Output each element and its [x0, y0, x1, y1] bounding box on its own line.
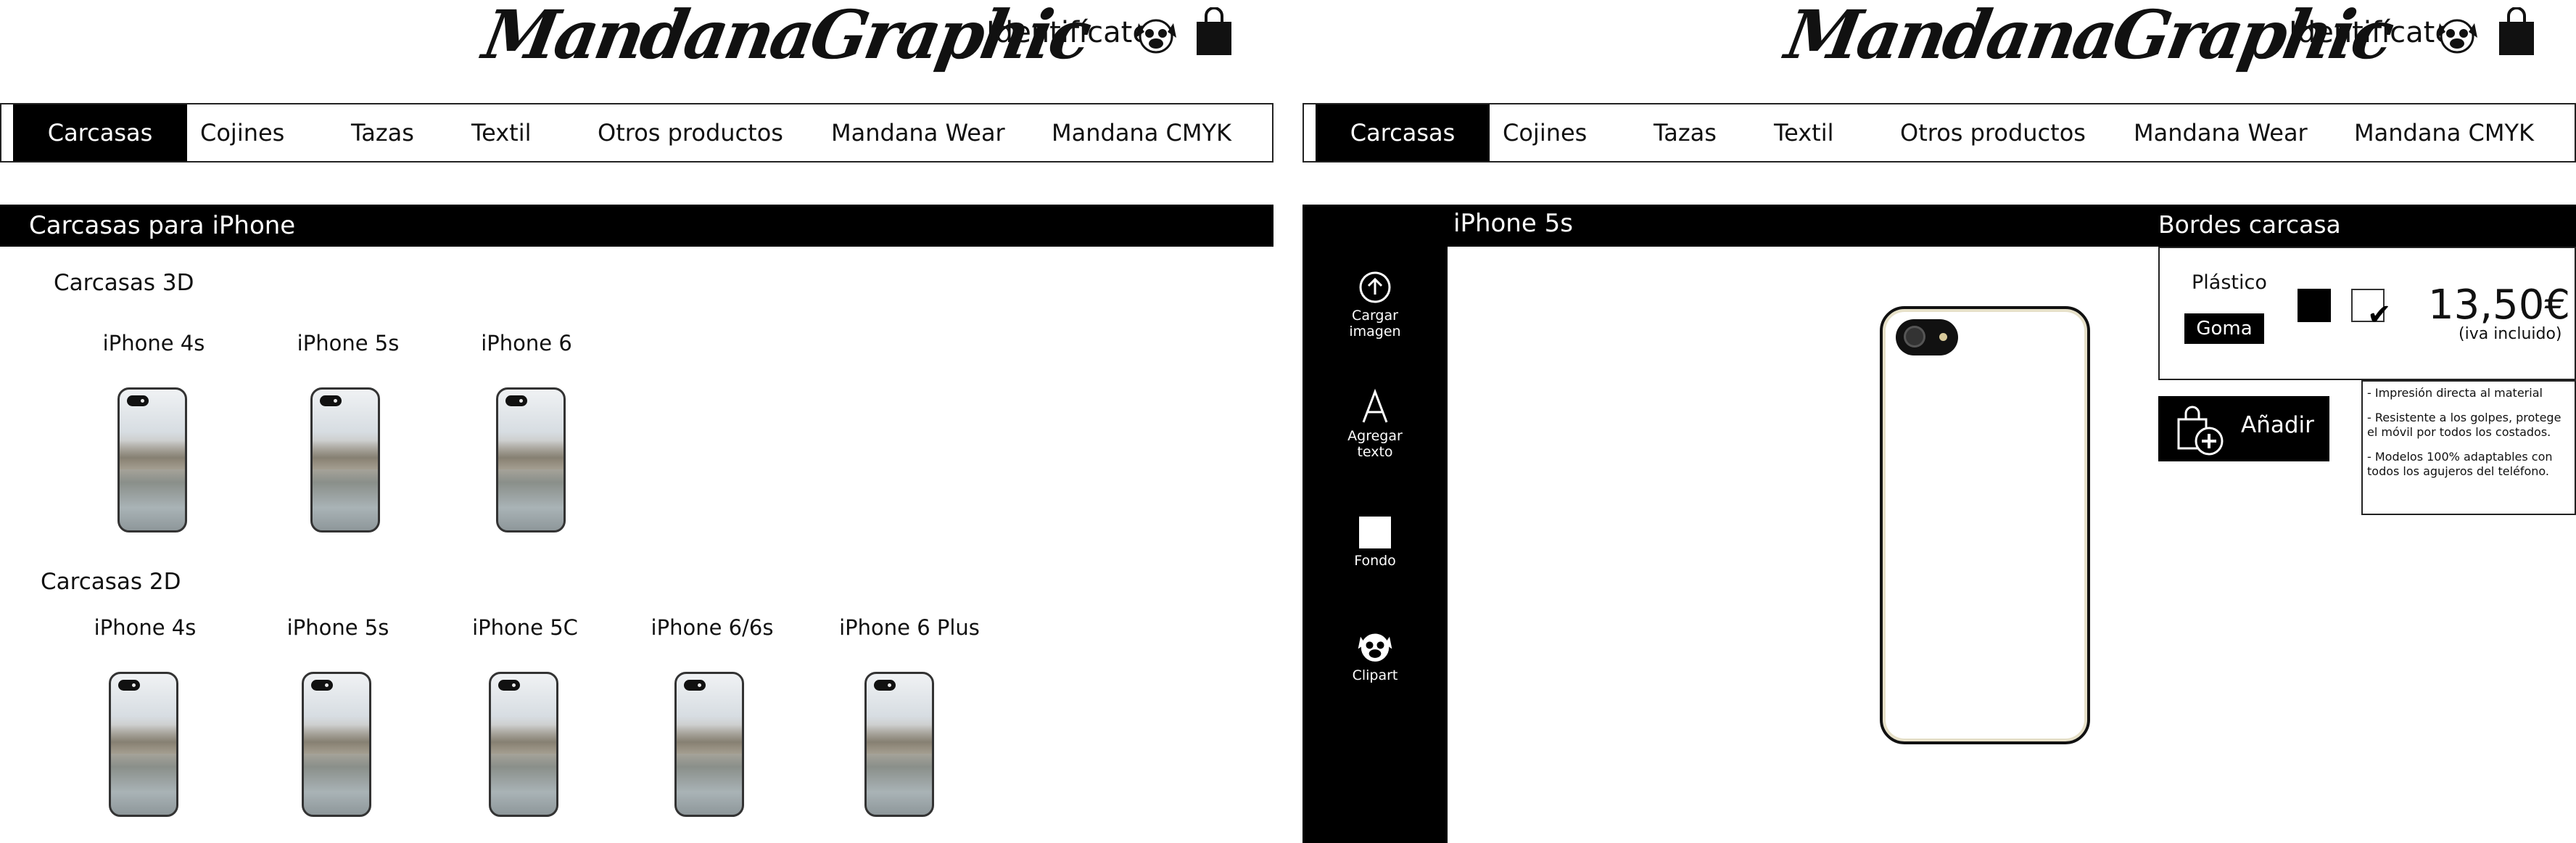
main-nav: Carcasas Cojines Tazas Textil Otros prod…	[0, 103, 1273, 163]
main-nav: Carcasas Cojines Tazas Textil Otros prod…	[1303, 103, 2576, 163]
tool-label: Clipart	[1352, 667, 1398, 683]
clipart-tool[interactable]: Clipart	[1303, 628, 1448, 683]
model-label: iPhone 5s	[286, 615, 389, 640]
material-option-goma[interactable]: Goma	[2184, 313, 2264, 344]
model-label: iPhone 4s	[94, 615, 197, 640]
case-thumbnail-3d-iphone-4s[interactable]	[117, 387, 187, 532]
nav-item-mandana-cmyk[interactable]: Mandana CMYK	[2354, 104, 2534, 161]
group-title-2d: Carcasas 2D	[41, 569, 181, 595]
model-label: iPhone 4s	[102, 331, 205, 355]
case-preview[interactable]	[1880, 306, 2090, 744]
model-label: iPhone 6 Plus	[839, 615, 980, 640]
model-label: iPhone 6/6s	[651, 615, 774, 640]
nav-item-otros-productos[interactable]: Otros productos	[598, 104, 783, 161]
feature-item: - Impresión directa al material	[2367, 386, 2543, 400]
case-thumbnail-2d-iphone-6-6s[interactable]	[674, 672, 744, 817]
section-title-bar: Carcasas para iPhone	[0, 205, 1273, 247]
checkmark-icon: ✔	[2367, 298, 2392, 332]
nav-item-otros-productos[interactable]: Otros productos	[1900, 104, 2086, 161]
catalog-panel: MandanaGraphic Identifícate Carcasas Coj…	[0, 0, 1276, 843]
nav-item-tazas[interactable]: Tazas	[1654, 104, 1717, 161]
shopping-bag-icon[interactable]	[1195, 7, 1233, 57]
pug-icon	[1136, 19, 1176, 54]
model-label: iPhone 5C	[472, 615, 578, 640]
text-icon	[1362, 388, 1388, 423]
options-title: Bordes carcasa	[2158, 210, 2341, 239]
add-text-tool[interactable]: Agregar texto	[1303, 387, 1448, 460]
case-thumbnail-2d-iphone-5c[interactable]	[489, 672, 558, 817]
tool-label: Cargar	[1352, 308, 1398, 324]
case-thumbnail-3d-iphone-5s[interactable]	[310, 387, 380, 532]
group-title-3d: Carcasas 3D	[54, 270, 194, 296]
material-option-plastico[interactable]: Plástico	[2192, 271, 2267, 294]
features-box: - Impresión directa al material - Resist…	[2361, 380, 2576, 515]
tool-label: Fondo	[1354, 553, 1396, 569]
nav-item-carcasas[interactable]: Carcasas	[1316, 104, 1490, 161]
camera-cutout	[1896, 319, 1958, 355]
login-link[interactable]: Identifícate	[2289, 16, 2453, 49]
tool-label: texto	[1357, 444, 1393, 460]
nav-item-cojines[interactable]: Cojines	[200, 104, 284, 161]
pug-icon	[1358, 633, 1392, 662]
nav-item-mandana-wear[interactable]: Mandana Wear	[831, 104, 1005, 161]
editor-panel: MandanaGraphic Identifícate Carcasas Coj…	[1303, 0, 2576, 843]
border-options: Plástico Goma ✔ 13,50€ (iva incluido)	[2158, 247, 2576, 380]
price: 13,50€	[2428, 281, 2570, 329]
case-thumbnail-2d-iphone-5s[interactable]	[302, 672, 371, 817]
nav-item-tazas[interactable]: Tazas	[351, 104, 414, 161]
tool-label: imagen	[1349, 324, 1401, 340]
nav-item-cojines[interactable]: Cojines	[1503, 104, 1587, 161]
nav-item-carcasas[interactable]: Carcasas	[13, 104, 187, 161]
nav-item-textil[interactable]: Textil	[471, 104, 532, 161]
model-label: iPhone 5s	[297, 331, 400, 355]
nav-item-textil[interactable]: Textil	[1774, 104, 1834, 161]
background-square-icon	[1359, 517, 1391, 548]
background-tool[interactable]: Fondo	[1303, 515, 1448, 569]
case-thumbnail-2d-iphone-4s[interactable]	[109, 672, 178, 817]
feature-item: - Modelos 100% adaptables con todos los …	[2367, 450, 2553, 478]
tools-sidebar: Cargar imagen Agregar texto Fondo Clipar…	[1303, 205, 1448, 843]
color-swatch-black[interactable]	[2298, 289, 2331, 322]
add-to-cart-button[interactable]: Añadir	[2158, 396, 2329, 461]
case-thumbnail-2d-iphone-6-plus[interactable]	[864, 672, 934, 817]
nav-item-mandana-cmyk[interactable]: Mandana CMYK	[1052, 104, 1231, 161]
login-link[interactable]: Identifícate	[986, 16, 1150, 49]
feature-item: - Resistente a los golpes, protege el mó…	[2367, 411, 2561, 439]
editor-title-bar: iPhone 5s Bordes carcasa	[1303, 205, 2576, 247]
model-label: iPhone 6	[481, 331, 572, 355]
add-to-bag-icon	[2177, 406, 2224, 456]
nav-item-mandana-wear[interactable]: Mandana Wear	[2134, 104, 2308, 161]
add-button-label: Añadir	[2241, 412, 2314, 438]
tool-label: Agregar	[1347, 428, 1403, 444]
shopping-bag-icon[interactable]	[2498, 7, 2535, 57]
upload-icon	[1359, 271, 1391, 303]
pug-icon	[2437, 19, 2477, 54]
case-thumbnail-3d-iphone-6[interactable]	[496, 387, 566, 532]
price-note: (iva incluido)	[2459, 325, 2562, 343]
editor-model-title: iPhone 5s	[1453, 209, 1573, 238]
upload-image-tool[interactable]: Cargar imagen	[1303, 270, 1448, 340]
